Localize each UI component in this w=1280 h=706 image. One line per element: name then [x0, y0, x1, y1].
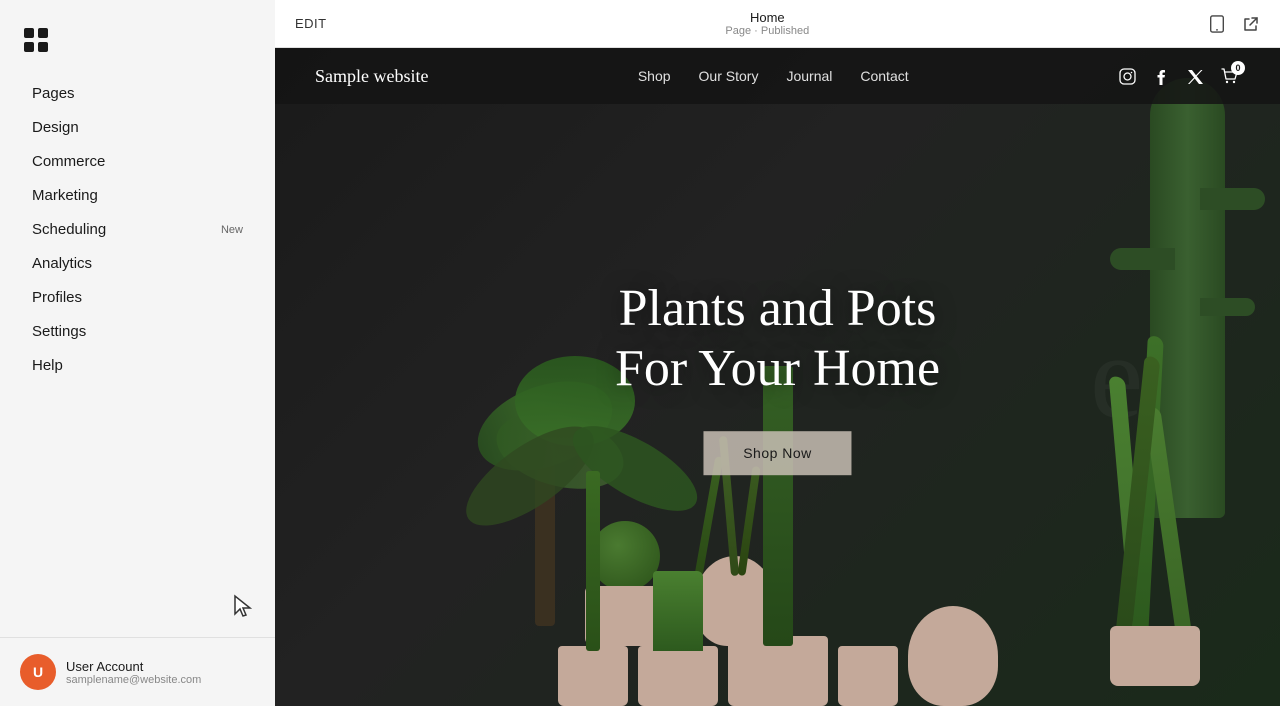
main-content: EDIT Home Page · Published	[275, 0, 1280, 706]
rect-pot-3	[728, 636, 828, 706]
hero-cta-button[interactable]: Shop Now	[703, 431, 852, 475]
round-big-pot	[908, 606, 998, 706]
nav-link-journal[interactable]: Journal	[786, 68, 832, 84]
topbar-actions	[1208, 15, 1260, 33]
sidebar-user[interactable]: U User Account samplename@website.com	[0, 637, 275, 706]
instagram-icon[interactable]	[1118, 66, 1138, 86]
palm-plant	[535, 426, 555, 626]
rect-pot-2	[638, 646, 718, 706]
topbar: EDIT Home Page · Published	[275, 0, 1280, 48]
facebook-icon[interactable]	[1152, 66, 1172, 86]
sidebar-item-help[interactable]: Help	[8, 349, 267, 382]
user-info: User Account samplename@website.com	[66, 659, 201, 686]
stem-1	[586, 471, 600, 651]
center-pot-row	[558, 606, 998, 706]
mobile-preview-icon[interactable]	[1208, 15, 1226, 33]
nav-link-contact[interactable]: Contact	[860, 68, 908, 84]
rect-pot-1	[558, 646, 628, 706]
sidebar-item-analytics[interactable]: Analytics	[8, 247, 267, 280]
hero-text: Plants and Pots For Your Home Shop Now	[615, 279, 940, 475]
sidebar-item-design[interactable]: Design	[8, 111, 267, 144]
sidebar-navigation: Pages Design Commerce Marketing Scheduli…	[0, 76, 275, 637]
page-title: Home	[750, 10, 785, 25]
edit-button[interactable]: EDIT	[295, 16, 327, 31]
site-title: Sample website	[315, 66, 428, 87]
squarespace-logo-icon	[20, 24, 52, 56]
pot-group-2	[638, 646, 718, 706]
site-social-icons: 0	[1118, 66, 1240, 86]
cart-icon[interactable]: 0	[1220, 66, 1240, 86]
nav-link-our-story[interactable]: Our Story	[699, 68, 759, 84]
pot-group-4	[838, 646, 898, 706]
website-preview: es Sample website Shop Our Story Journal…	[275, 48, 1280, 706]
topbar-center: Home Page · Published	[725, 10, 809, 37]
sidebar: Pages Design Commerce Marketing Scheduli…	[0, 0, 275, 706]
website-nav: Sample website Shop Our Story Journal Co…	[275, 48, 1280, 104]
sidebar-item-pages[interactable]: Pages	[8, 77, 267, 110]
cactus-arm-left	[1110, 248, 1175, 270]
sidebar-item-profiles[interactable]: Profiles	[8, 281, 267, 314]
sidebar-logo	[0, 0, 275, 76]
cactus-arm-right	[1200, 188, 1265, 210]
snake-pot	[1110, 626, 1200, 686]
cursor-icon	[233, 594, 255, 626]
cart-badge: 0	[1231, 61, 1245, 75]
avatar: U	[20, 654, 56, 690]
twitter-icon[interactable]	[1186, 66, 1206, 86]
sidebar-item-commerce[interactable]: Commerce	[8, 145, 267, 178]
nav-link-shop[interactable]: Shop	[638, 68, 671, 84]
sidebar-item-settings[interactable]: Settings	[8, 315, 267, 348]
user-name: User Account	[66, 659, 201, 674]
hero-headline: Plants and Pots For Your Home	[615, 279, 940, 399]
sidebar-item-scheduling[interactable]: Scheduling New	[8, 213, 267, 246]
pot-group-3	[728, 636, 828, 706]
rect-pot-4	[838, 646, 898, 706]
pot-group-5	[908, 606, 998, 706]
page-status: Page · Published	[725, 25, 809, 37]
sidebar-item-marketing[interactable]: Marketing	[8, 179, 267, 212]
user-email: samplename@website.com	[66, 674, 201, 686]
cactus-arm-right2	[1200, 298, 1255, 316]
ball-cactus	[590, 521, 660, 591]
pot-group-1	[558, 646, 628, 706]
site-nav-links: Shop Our Story Journal Contact	[638, 68, 909, 84]
external-link-icon[interactable]	[1242, 15, 1260, 33]
plant-2	[653, 571, 703, 651]
scheduling-new-badge: New	[221, 224, 243, 236]
